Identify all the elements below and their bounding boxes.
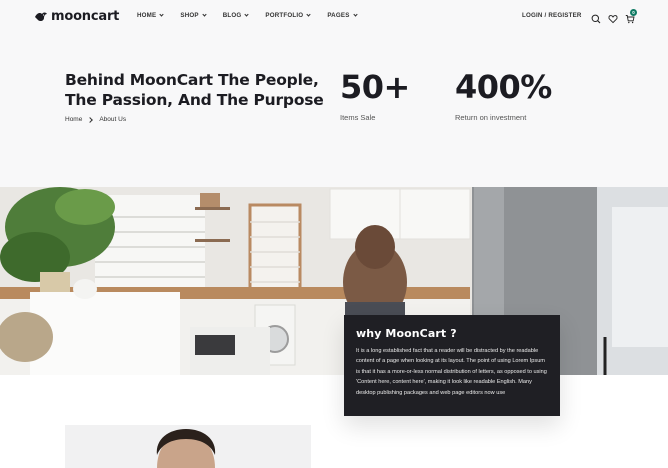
why-body: It is a long established fact that a rea… <box>356 348 547 396</box>
stat-label-roi: Return on investment <box>455 113 527 122</box>
breadcrumb-home[interactable]: Home <box>65 116 82 123</box>
nav-item-blog[interactable]: BLOG <box>222 12 250 19</box>
nav-item-home[interactable]: HOME <box>137 12 164 19</box>
moon-bird-icon <box>35 12 47 21</box>
kitchen-photo <box>0 187 668 375</box>
nav-item-pages[interactable]: PAGES <box>327 12 358 19</box>
breadcrumb: Home About Us <box>65 116 126 123</box>
stat-value-items: 50+ <box>340 68 410 106</box>
nav-item-portfolio[interactable]: PORTFOLIO <box>265 12 311 19</box>
page-title: Behind MoonCart The People, The Passion,… <box>65 70 325 110</box>
main-nav: HOME SHOP BLOG PORTFOLIO PAGES <box>137 12 374 19</box>
stat-label-items: Items Sale <box>340 113 376 122</box>
chevron-down-icon <box>244 12 250 17</box>
title-line-1: Behind MoonCart The People, <box>65 71 319 89</box>
nav-label: PAGES <box>327 12 350 19</box>
nav-label: SHOP <box>180 12 199 19</box>
title-line-2: The Passion, And The Purpose <box>65 91 324 109</box>
why-heading: why MoonCart ? <box>356 327 457 340</box>
stat-value-roi: 400% <box>455 68 552 106</box>
brand-logo[interactable]: mooncart <box>34 9 119 24</box>
cart-count-badge: 0 <box>630 9 637 16</box>
heart-icon[interactable] <box>608 11 618 24</box>
why-mooncart-card: why MoonCart ? It is a long established … <box>344 315 560 416</box>
brand-name: mooncart <box>51 9 120 24</box>
chevron-down-icon <box>306 12 311 17</box>
site-header: mooncart HOME SHOP BLOG PORTFOLIO PAGES … <box>0 0 668 32</box>
nav-item-shop[interactable]: SHOP <box>180 12 207 19</box>
chevron-down-icon <box>202 12 207 17</box>
chevron-down-icon <box>159 12 164 17</box>
nav-label: HOME <box>137 12 157 19</box>
team-photo-card <box>65 425 311 468</box>
search-icon[interactable] <box>591 11 601 24</box>
nav-label: BLOG <box>222 12 242 19</box>
breadcrumb-current: About Us <box>99 116 127 123</box>
person-portrait <box>65 425 311 468</box>
nav-label: PORTFOLIO <box>265 12 304 19</box>
login-register-link[interactable]: LOGIN / REGISTER <box>522 12 582 19</box>
chevron-down-icon <box>352 12 358 17</box>
kitchen-illustration <box>0 187 668 375</box>
chevron-right-icon <box>87 116 94 123</box>
